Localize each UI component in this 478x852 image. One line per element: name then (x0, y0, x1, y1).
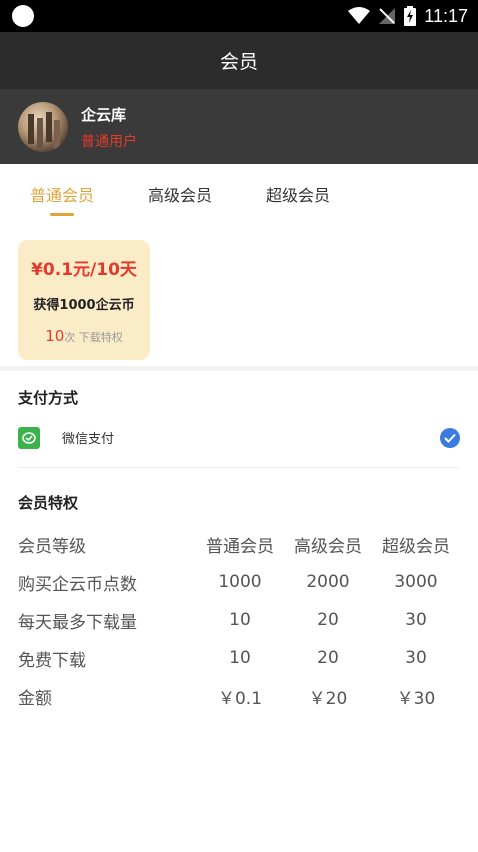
plan-list: ¥0.1元/10天 获得1000企云币 10次 下载特权 (0, 224, 478, 366)
table-cell: 10 (229, 648, 251, 668)
wechat-pay-icon (18, 426, 40, 449)
tab-advanced[interactable]: 高级会员 (136, 164, 224, 224)
payment-method-label: 微信支付 (62, 432, 115, 447)
profile-name: 企云库 (81, 105, 127, 124)
table-header-row: 会员等级 普通会员 高级会员 超级会员 (18, 525, 460, 563)
table-cell: 20 (317, 648, 339, 668)
checkmark-icon[interactable] (440, 427, 460, 448)
table-cell: 30 (405, 610, 427, 630)
table-cell: 免费下载 (18, 650, 86, 671)
profile-level: 普通用户 (81, 133, 137, 150)
table-cell: 1000 (218, 572, 262, 592)
table-cell: ￥0.1 (217, 688, 263, 709)
table-cell: ￥20 (308, 688, 348, 709)
profile-header: 企云库 普通用户 (0, 90, 478, 164)
status-time: 11:17 (424, 5, 468, 26)
table-header-cell: 会员等级 (18, 536, 86, 557)
table-row: 购买企云币点数 1000 2000 3000 (18, 563, 460, 601)
table-cell: 10 (229, 610, 251, 630)
payment-title: 支付方式 (18, 389, 79, 407)
app-bar: 会员 (0, 32, 478, 90)
page-title: 会员 (219, 51, 258, 73)
battery-charging-icon (404, 6, 417, 26)
wifi-icon (348, 7, 371, 24)
table-cell: 购买企云币点数 (18, 574, 137, 595)
plan-downloads-label: 次 下载特权 (64, 331, 123, 344)
table-header-cell: 高级会员 (294, 536, 362, 557)
tab-regular[interactable]: 普通会员 (18, 164, 106, 224)
table-cell: 2000 (306, 572, 350, 592)
payment-section: 支付方式 微信支付 (0, 371, 478, 468)
avatar[interactable] (18, 102, 68, 152)
plan-downloads: 10次 下载特权 (45, 327, 123, 345)
table-cell: 20 (317, 610, 339, 630)
table-cell: 30 (405, 648, 427, 668)
table-header-cell: 超级会员 (382, 536, 450, 557)
status-bar: 11:17 (0, 0, 478, 32)
table-row: 免费下载 10 20 30 (18, 639, 460, 677)
privilege-title: 会员特权 (18, 494, 79, 512)
table-header-cell: 普通会员 (206, 536, 274, 557)
no-sim-icon (379, 8, 396, 24)
table-cell: 3000 (394, 572, 438, 592)
notification-dot-icon (12, 5, 34, 27)
plan-downloads-count: 10 (45, 327, 65, 345)
plan-coins: 获得1000企云币 (33, 298, 135, 313)
payment-option-wechat[interactable]: 微信支付 (18, 422, 460, 468)
table-row: 金额 ￥0.1 ￥20 ￥30 (18, 677, 460, 715)
privilege-table: 会员等级 普通会员 高级会员 超级会员 购买企云币点数 1000 2000 30… (18, 525, 460, 715)
plan-card[interactable]: ¥0.1元/10天 获得1000企云币 10次 下载特权 (18, 240, 150, 360)
plan-price: ¥0.1元/10天 (31, 260, 137, 280)
table-cell: 每天最多下载量 (18, 612, 137, 633)
tab-super[interactable]: 超级会员 (254, 164, 342, 224)
table-cell: ￥30 (396, 688, 436, 709)
table-cell: 金额 (18, 688, 52, 709)
table-row: 每天最多下载量 10 20 30 (18, 601, 460, 639)
membership-tabs: 普通会员 高级会员 超级会员 (0, 164, 478, 224)
privilege-section: 会员特权 会员等级 普通会员 高级会员 超级会员 购买企云币点数 1000 20… (0, 468, 478, 715)
